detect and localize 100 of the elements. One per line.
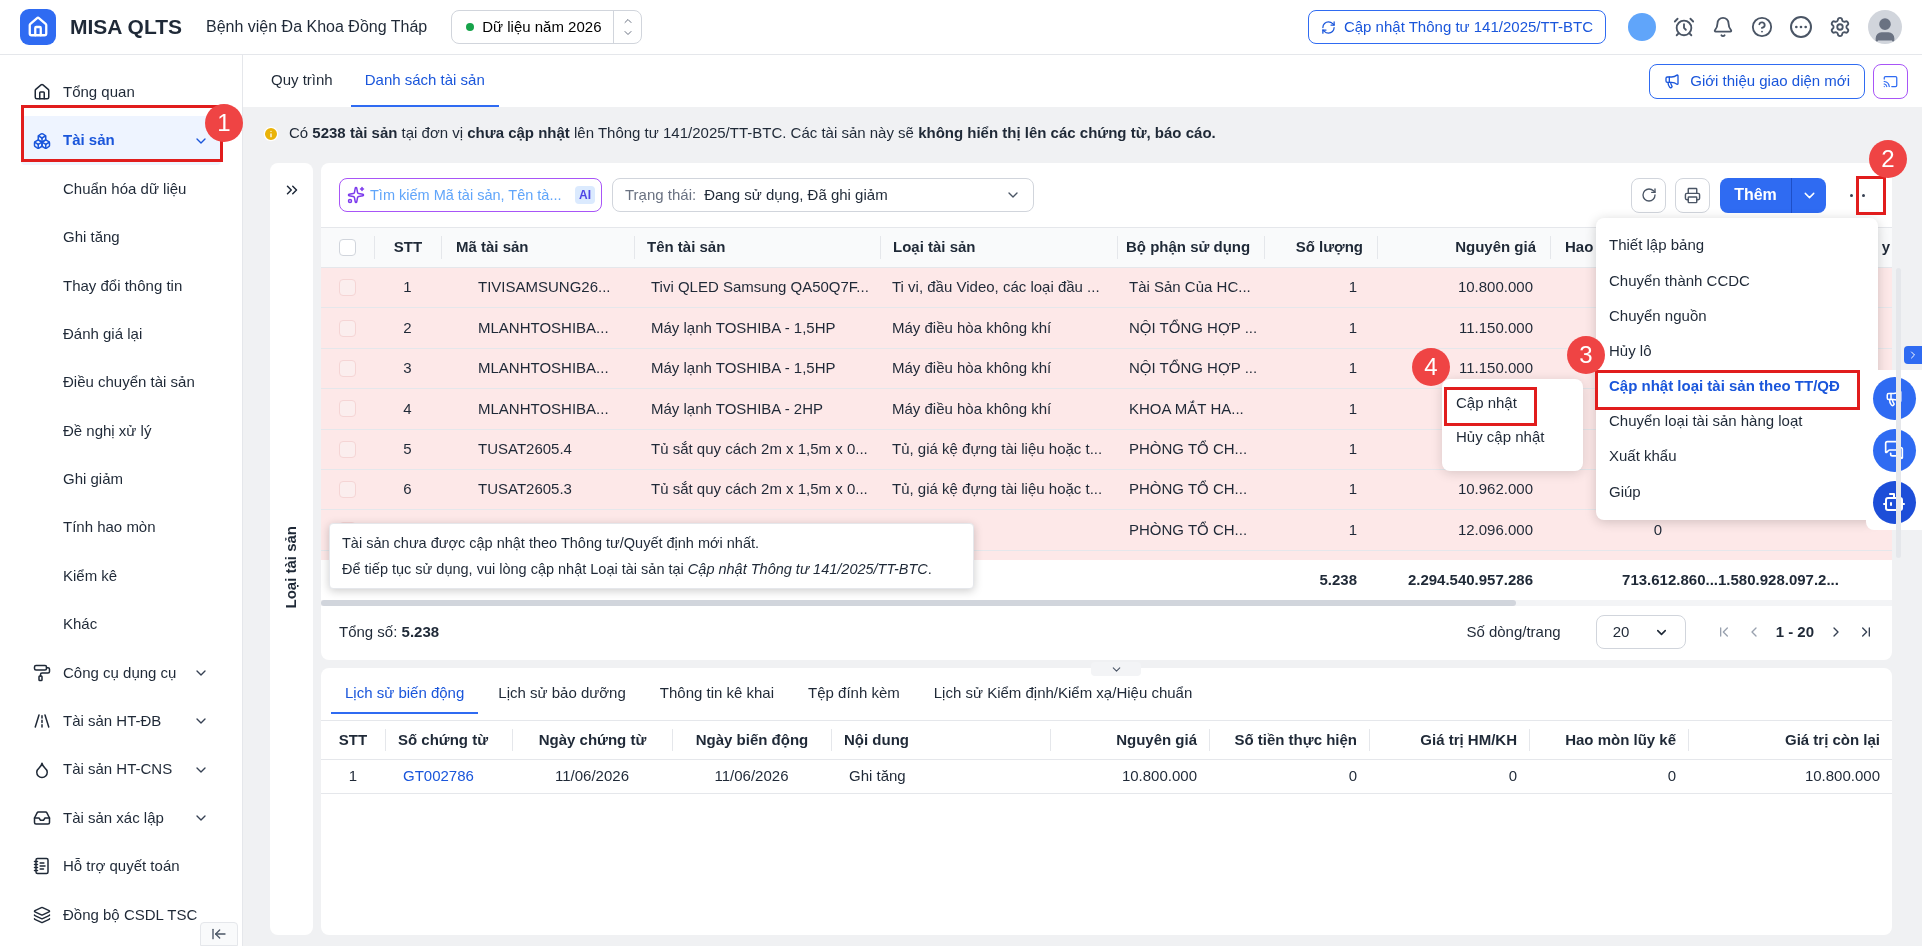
column-header: STT <box>393 238 423 256</box>
robot-icon <box>1882 490 1906 514</box>
refresh-icon <box>1640 187 1657 203</box>
page-tab[interactable]: Danh sách tài sản <box>350 55 499 107</box>
collapse-sidebar-button[interactable] <box>200 922 238 946</box>
table-cell: MLANHTOSHIBA... <box>478 318 609 336</box>
table-cell: 4 <box>403 399 412 417</box>
sidebar-item[interactable]: Tài sản HT-CNS <box>21 745 221 794</box>
column-header: Bộ phận sử dụng <box>1126 238 1251 256</box>
sidebar-subitem[interactable]: Tính hao mòn <box>21 503 221 552</box>
detail-tab[interactable]: Lịch sử Kiểm định/Kiểm xạ/Hiệu chuẩn <box>919 681 1207 714</box>
table-cell: 1 <box>1348 359 1357 377</box>
update-circular-button[interactable]: Cập nhật Thông tư 141/2025/TT-BTC <box>1307 10 1606 44</box>
table-cell: 12.096.000 <box>1457 520 1533 538</box>
info-icon <box>263 125 279 142</box>
print-button[interactable] <box>1675 177 1710 213</box>
table-cell: Máy lạnh TOSHIBA - 1,5HP <box>651 318 836 336</box>
table-cell: 3 <box>403 359 412 377</box>
sidebar-subitem[interactable]: Ghi giảm <box>21 455 221 504</box>
megaphone-icon <box>1885 389 1903 407</box>
column-header: Số chứng từ <box>398 730 489 748</box>
rows-per-page-select[interactable]: 20 <box>1595 615 1686 649</box>
detail-tab[interactable]: Thông tin kê khai <box>645 681 789 714</box>
asset-type-panel[interactable]: Loại tài sản <box>270 163 313 935</box>
table-cell: TIVISAMSUNG26... <box>478 278 611 296</box>
sidebar-item[interactable]: Hỗ trợ quyết toán <box>21 842 221 891</box>
refresh-button[interactable] <box>1631 177 1666 213</box>
voucher-link[interactable]: GT002786 <box>403 767 474 785</box>
table-cell: 1 <box>1348 399 1357 417</box>
row-checkbox[interactable] <box>339 481 356 499</box>
settings-icon[interactable] <box>1829 16 1851 38</box>
menu-item[interactable]: Giúp <box>1609 480 1641 504</box>
sidebar-subitem[interactable]: Đề nghị xử lý <box>21 406 221 456</box>
horizontal-scrollbar[interactable] <box>321 600 1516 606</box>
table-cell: PHÒNG TỔ CH... <box>1129 480 1248 498</box>
sidebar-subitem[interactable]: Ghi tăng <box>21 213 221 262</box>
menu-item[interactable]: Thiết lập bảng <box>1609 234 1705 257</box>
column-header: Tên tài sản <box>647 238 726 256</box>
ai-badge: AI <box>575 186 595 204</box>
column-header: Nguyên giá <box>1116 730 1197 748</box>
page-tab[interactable]: Quy trình <box>257 55 347 107</box>
sidebar-item[interactable]: Tài sản xác lập <box>21 793 221 843</box>
rows-per-page-label: Số dòng/trang <box>1466 621 1561 642</box>
total-value: 5.238 <box>1319 570 1357 588</box>
notebook-icon <box>33 857 51 876</box>
alarm-clock-icon[interactable] <box>1673 16 1695 38</box>
select-all-checkbox[interactable] <box>339 239 356 256</box>
sidebar-subitem[interactable]: Kiểm kê <box>21 551 221 601</box>
more-icon[interactable] <box>1790 16 1812 38</box>
user-avatar-icon[interactable] <box>1868 10 1902 44</box>
sidebar-subitem[interactable]: Đánh giá lại <box>21 309 221 359</box>
sidebar-subitem[interactable]: Điều chuyển tài sản <box>21 358 221 407</box>
cast-button[interactable] <box>1873 63 1908 99</box>
column-header: Ngày biến động <box>695 730 809 748</box>
side-expand-tab[interactable] <box>1904 346 1922 364</box>
table-cell: 10.800.000 <box>1121 767 1197 785</box>
sidebar-item[interactable]: Đồng bộ CSDL TSC <box>21 890 221 940</box>
submenu-item[interactable]: Cập nhật <box>1456 391 1517 415</box>
table-cell: 11/06/2026 <box>555 767 629 785</box>
vertical-scrollbar[interactable] <box>1896 268 1901 558</box>
paint-roller-icon <box>33 663 51 682</box>
detail-tab[interactable]: Lịch sử biến động <box>331 681 479 714</box>
notification-icon[interactable] <box>1712 16 1734 38</box>
sidebar-subitem[interactable]: Thay đổi thông tin <box>21 261 221 310</box>
table-cell: Tủ sắt quy cách 2m x 1,5m x 0... <box>651 480 868 498</box>
status-select[interactable]: Trạng thái: Đang sử dụng, Đã ghi giảm <box>612 178 1034 212</box>
droplet-icon <box>33 760 51 779</box>
inbox-icon <box>33 809 51 828</box>
intro-button[interactable]: Giới thiệu giao diện mới <box>1649 63 1865 99</box>
detail-tab[interactable]: Tệp đính kèm <box>794 681 914 714</box>
table-cell: 5 <box>403 440 412 457</box>
avatar-icon[interactable] <box>1628 13 1656 41</box>
row-checkbox[interactable] <box>339 319 356 337</box>
column-header: Giá trị HM/KH <box>1420 730 1517 748</box>
row-checkbox[interactable] <box>339 359 356 377</box>
sidebar-item[interactable]: Tài sản HT-ĐB <box>21 697 221 746</box>
printer-icon <box>1684 186 1701 204</box>
menu-item[interactable]: Chuyển thành CCDC <box>1609 269 1750 293</box>
table-cell: Ghi tăng <box>849 767 906 785</box>
column-header: Ngày chứng từ <box>538 730 647 748</box>
sidebar-subitem[interactable]: Khác <box>21 600 221 649</box>
menu-item[interactable]: Xuất khẩu <box>1609 445 1677 468</box>
year-selector[interactable]: Dữ liệu năm 2026 <box>451 10 643 44</box>
column-header: Loại tài sản <box>893 238 976 256</box>
sidebar-item[interactable]: Công cụ dụng cụ <box>21 648 221 698</box>
detail-tab[interactable]: Lịch sử bảo dưỡng <box>484 681 640 714</box>
table-cell: 1 <box>403 278 412 296</box>
row-checkbox[interactable] <box>339 400 356 418</box>
column-header: Nguyên giá <box>1455 238 1536 256</box>
table-cell: MLANHTOSHIBA... <box>478 359 609 377</box>
sidebar-subitem[interactable]: Chuẩn hóa dữ liệu <box>21 164 221 214</box>
table-cell: Ti vi, đầu Video, các loại đầu ... <box>892 278 1100 296</box>
table-cell: 10.800.000 <box>1804 767 1880 785</box>
table-cell: Máy điều hòa không khí <box>892 399 1052 417</box>
row-checkbox[interactable] <box>339 440 356 458</box>
table-cell: Máy lạnh TOSHIBA - 1,5HP <box>651 359 836 377</box>
row-checkbox[interactable] <box>339 279 356 297</box>
column-header: Số lượng <box>1295 238 1363 256</box>
help-icon[interactable] <box>1751 16 1773 38</box>
table-cell: 10.962.000 <box>1457 480 1533 498</box>
